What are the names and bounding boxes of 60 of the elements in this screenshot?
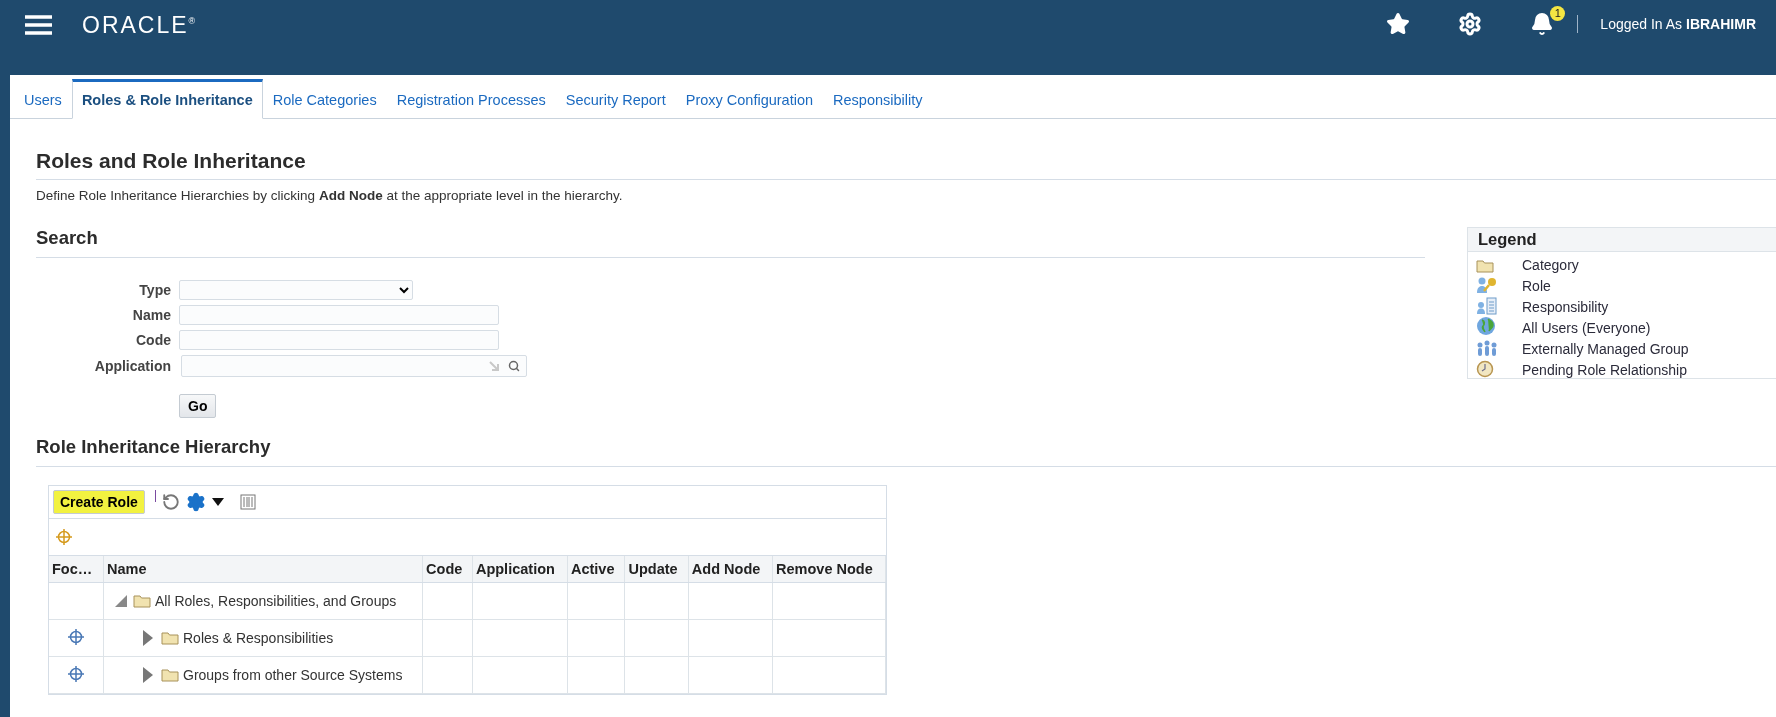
crosshair-icon[interactable] xyxy=(67,627,85,646)
folder-icon xyxy=(161,668,179,682)
folder-icon xyxy=(133,594,151,608)
input-field[interactable] xyxy=(179,305,499,325)
tree-node-label[interactable]: Roles & Responsibilities xyxy=(183,630,334,646)
legend-label: Responsibility xyxy=(1522,299,1610,315)
column-header: Active xyxy=(567,556,625,583)
column-header: Code xyxy=(422,556,473,583)
settings-icon[interactable] xyxy=(185,492,206,512)
column-header: Name xyxy=(103,556,423,583)
tab[interactable]: Responsibility xyxy=(823,81,933,118)
field-label: Application xyxy=(94,358,171,374)
tab[interactable]: Roles & Role Inheritance xyxy=(71,79,263,119)
page-title: Roles and Role Inheritance xyxy=(36,149,1776,180)
people-group-icon xyxy=(1476,339,1498,357)
crosshair-icon[interactable] xyxy=(67,664,85,683)
tab[interactable]: Users xyxy=(14,81,72,118)
globe-icon xyxy=(1476,316,1496,336)
clock-icon xyxy=(1476,360,1494,378)
collapse-icon[interactable] xyxy=(115,595,129,607)
legend-label: Pending Role Relationship xyxy=(1522,362,1688,378)
crosshair-icon[interactable] xyxy=(55,528,73,546)
tab[interactable]: Role Categories xyxy=(262,81,387,118)
field-label: Type xyxy=(139,282,171,298)
column-header: Remove Node xyxy=(772,556,886,583)
legend-title: Legend xyxy=(1468,228,1776,252)
legend-label: All Users (Everyone) xyxy=(1522,320,1652,336)
legend-label: Externally Managed Group xyxy=(1522,341,1690,357)
folder-icon xyxy=(1476,259,1494,273)
logged-in-user: Logged In As IBRAHIMR xyxy=(1600,16,1756,32)
column-header: Foc… xyxy=(49,556,104,583)
legend-label: Category xyxy=(1522,257,1580,273)
column-header: Add Node xyxy=(688,556,773,583)
notification-badge: 1 xyxy=(1550,5,1566,21)
section-title: Search xyxy=(36,227,1425,258)
section-title: Role Inheritance Hierarchy xyxy=(36,436,1776,467)
menu-icon[interactable] xyxy=(25,15,52,35)
tree-node-label[interactable]: All Roles, Responsibilities, and Groups xyxy=(155,593,397,609)
input-field[interactable] xyxy=(179,330,499,350)
tab[interactable]: Registration Processes xyxy=(386,81,556,118)
page-description: Define Role Inheritance Hierarchies by clicking Add Node at the appropriate level in the hierarchy. xyxy=(36,188,624,203)
folder-icon xyxy=(161,631,179,645)
person-document-icon xyxy=(1476,297,1498,315)
tab[interactable]: Proxy Configuration xyxy=(675,81,824,118)
person-key-icon xyxy=(1476,276,1498,294)
column-header: Application xyxy=(472,556,568,583)
legend-label: Role xyxy=(1522,278,1552,294)
go-button[interactable]: Go xyxy=(179,394,217,418)
field-label: Name xyxy=(132,307,171,323)
logo: ORACLE$^{®}$ xyxy=(82,12,196,39)
lookup-field[interactable] xyxy=(181,355,527,377)
tree-node-label[interactable]: Groups from other Source Systems xyxy=(183,667,403,683)
arrow-icon xyxy=(489,360,500,372)
refresh-icon[interactable] xyxy=(161,493,180,511)
field-label: Code xyxy=(136,332,171,348)
search-icon[interactable] xyxy=(508,360,520,372)
column-header: Update xyxy=(624,556,689,583)
caret-icon[interactable] xyxy=(211,498,224,506)
tab[interactable]: Security Report xyxy=(555,81,676,118)
create-role-button[interactable]: Create Role xyxy=(53,490,145,514)
